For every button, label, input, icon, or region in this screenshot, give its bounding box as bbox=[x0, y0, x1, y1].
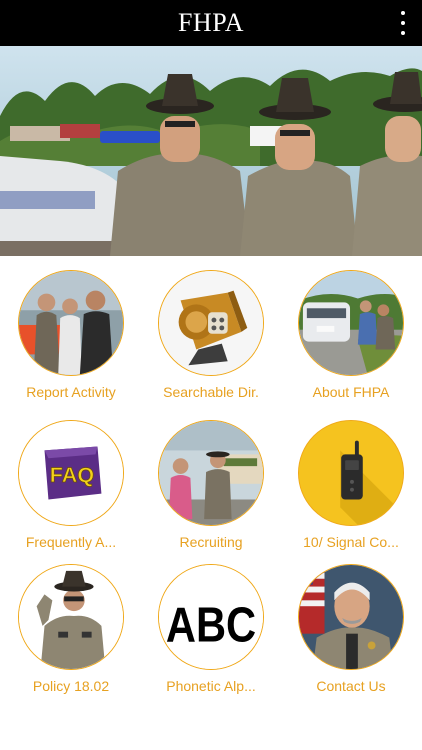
menu-tile-policy[interactable]: Policy 18.02 bbox=[1, 564, 141, 704]
radio-icon bbox=[298, 420, 404, 526]
menu-tile-frequently-asked[interactable]: FAQ Frequently A... bbox=[1, 420, 141, 560]
app-title: FHPA bbox=[177, 8, 245, 37]
officers-at-event-photo bbox=[18, 270, 124, 376]
menu-tile-label: Frequently A... bbox=[25, 534, 117, 550]
saluting-trooper-photo bbox=[18, 564, 124, 670]
menu-tile-contact-us[interactable]: Contact Us bbox=[281, 564, 421, 704]
traffic-stop-photo bbox=[298, 270, 404, 376]
abc-icon: ABC bbox=[158, 564, 264, 670]
menu-tile-label: Phonetic Alp... bbox=[166, 678, 256, 694]
troopers-banner-photo bbox=[0, 46, 422, 256]
directory-device-icon bbox=[158, 270, 264, 376]
app-bar: FHPA bbox=[0, 0, 422, 46]
hero-banner bbox=[0, 46, 422, 256]
menu-tile-label: Report Activity bbox=[26, 384, 116, 400]
menu-tile-label: Policy 18.02 bbox=[32, 678, 110, 694]
menu-tile-label: Contact Us bbox=[316, 678, 386, 694]
menu-tile-phonetic-alphabet[interactable]: ABC Phonetic Alp... bbox=[141, 564, 281, 704]
menu-tile-signal-codes[interactable]: 10/ Signal Co... bbox=[281, 420, 421, 560]
svg-text:FAQ: FAQ bbox=[50, 462, 94, 487]
menu-tile-report-activity[interactable]: Report Activity bbox=[1, 270, 141, 410]
recruiting-booth-photo bbox=[158, 420, 264, 526]
more-vert-icon[interactable] bbox=[398, 11, 408, 35]
faq-icon: FAQ bbox=[18, 420, 124, 526]
menu-tile-label: Recruiting bbox=[179, 534, 243, 550]
menu-tile-searchable-dir[interactable]: Searchable Dir. bbox=[141, 270, 281, 410]
menu-tile-label: 10/ Signal Co... bbox=[303, 534, 399, 550]
svg-text:ABC: ABC bbox=[166, 599, 256, 653]
menu-tile-label: About FHPA bbox=[312, 384, 390, 400]
menu-tile-about-fhpa[interactable]: About FHPA bbox=[281, 270, 421, 410]
menu-tile-label: Searchable Dir. bbox=[163, 384, 259, 400]
menu-tile-recruiting[interactable]: Recruiting bbox=[141, 420, 281, 560]
officer-portrait-photo bbox=[298, 564, 404, 670]
